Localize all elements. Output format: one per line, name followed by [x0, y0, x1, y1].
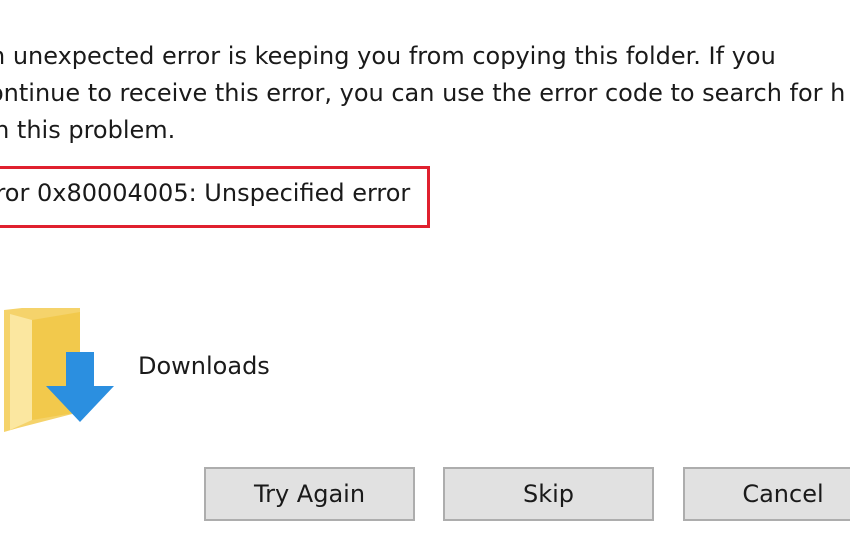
downloads-folder-icon [0, 300, 120, 440]
error-message-line-3: ith this problem. [0, 116, 176, 144]
error-message-line-1: n unexpected error is keeping you from c… [0, 42, 776, 70]
error-code-text: rror 0x80004005: Unspecified error [0, 179, 411, 207]
error-message: n unexpected error is keeping you from c… [0, 38, 850, 149]
cancel-button[interactable]: Cancel [683, 467, 850, 521]
error-message-line-2: ontinue to receive this error, you can u… [0, 79, 846, 107]
skip-button[interactable]: Skip [443, 467, 654, 521]
item-name: Downloads [138, 352, 270, 380]
try-again-button[interactable]: Try Again [204, 467, 415, 521]
